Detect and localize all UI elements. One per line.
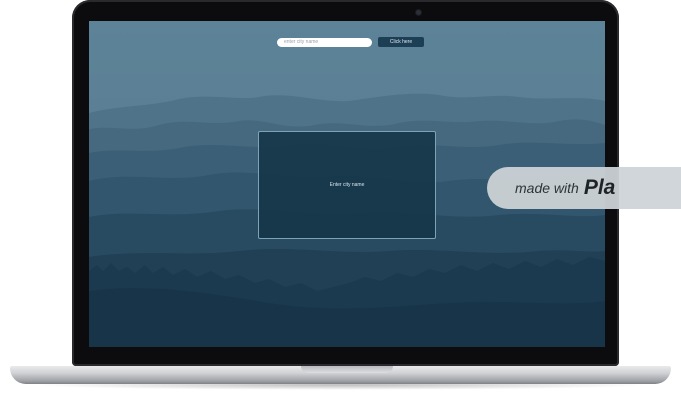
click-here-button[interactable]: Click here <box>378 37 424 47</box>
city-name-input[interactable] <box>277 37 372 47</box>
result-message: Enter city name <box>329 182 365 188</box>
laptop-opening-notch <box>301 366 393 373</box>
weather-result-panel: Enter city name <box>258 131 436 239</box>
mockup-stage: Click here Enter city name made with Pla <box>0 0 681 401</box>
search-bar: Click here <box>277 37 424 47</box>
badge-logo: Pla <box>583 176 616 199</box>
made-with-badge[interactable]: made with Pla <box>487 167 681 209</box>
badge-text: made with <box>515 180 579 196</box>
camera-icon <box>416 10 421 15</box>
